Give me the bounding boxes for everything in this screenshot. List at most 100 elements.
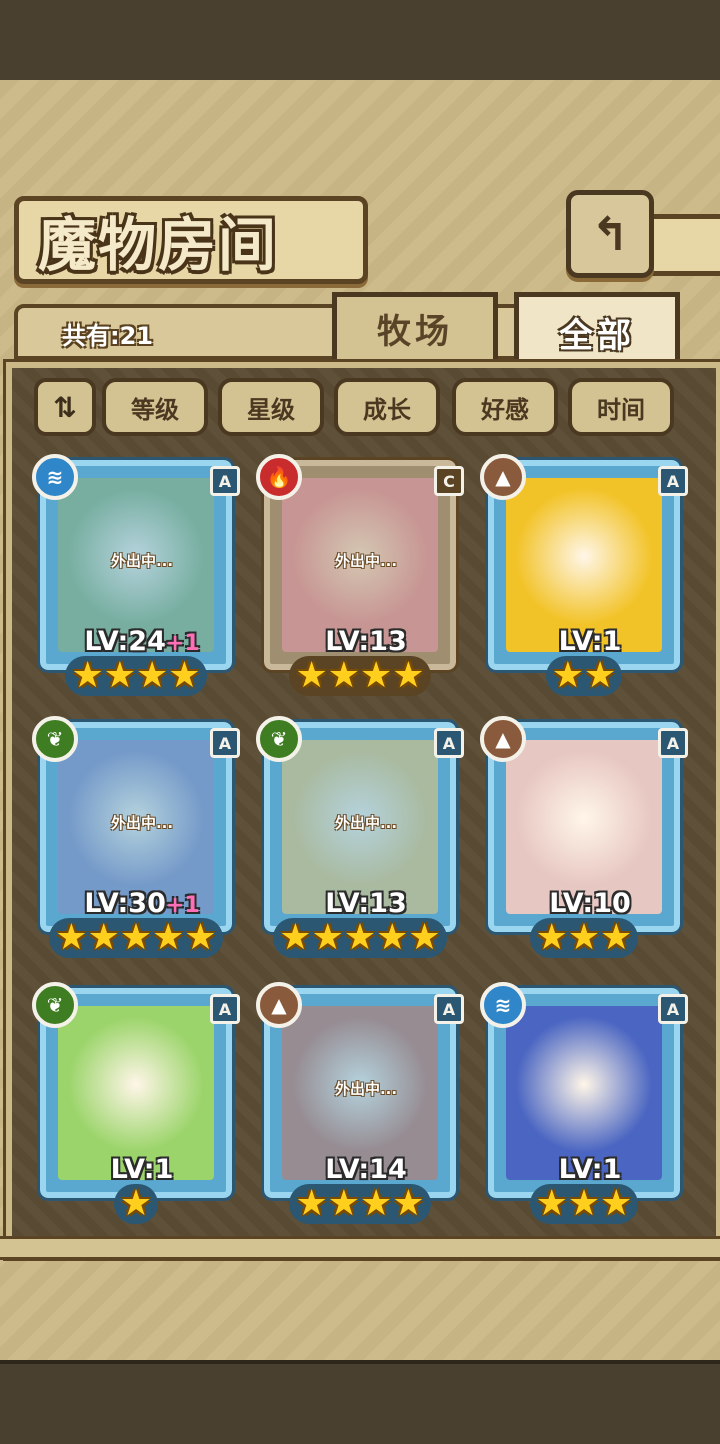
back-arrow-icon: ↰	[590, 207, 630, 261]
star-icon: ★	[343, 917, 377, 958]
star-icon: ★	[567, 917, 601, 958]
star-plate: ★★★	[529, 917, 639, 958]
tab-ranch-label: 牧场	[377, 311, 453, 352]
rank-badge: A	[658, 994, 688, 1024]
star-rating: ★	[40, 1184, 232, 1224]
level-value: LV:24	[84, 626, 166, 657]
filter-label: 时间	[597, 395, 645, 424]
star-icon: ★	[360, 1183, 393, 1224]
star-icon: ★	[535, 1183, 568, 1224]
rank-badge: A	[210, 994, 240, 1024]
star-icon: ★	[600, 917, 633, 958]
star-icon: ★	[71, 655, 104, 696]
star-icon: ★	[119, 1183, 153, 1224]
star-icon: ★	[567, 1183, 601, 1224]
monster-card[interactable]: 外出中... LV:13 ❦ A ★★★★★	[256, 716, 468, 958]
away-status: 外出中...	[334, 814, 398, 832]
top-border	[0, 0, 720, 86]
star-icon: ★	[55, 917, 88, 958]
star-plate: ★★★★★	[273, 917, 447, 958]
element-water-icon: ≋	[480, 982, 526, 1028]
sort-order-icon: ⇅	[53, 390, 77, 424]
sort-order-toggle[interactable]: ⇅	[34, 378, 96, 436]
rank-badge: A	[658, 466, 688, 496]
level-label: LV:13	[270, 888, 462, 919]
filter-growth-button[interactable]: 成长	[334, 378, 440, 436]
star-plate: ★	[113, 1183, 159, 1224]
monster-card[interactable]: LV:1 ▲ A ★★	[480, 454, 692, 696]
monster-card[interactable]: LV:10 ▲ A ★★★	[480, 716, 692, 958]
star-rating: ★★★★	[264, 1184, 456, 1224]
filter-star-button[interactable]: 星级	[218, 378, 324, 436]
away-status: 外出中...	[110, 552, 174, 570]
level-value: LV:10	[549, 888, 631, 919]
rank-badge: A	[658, 728, 688, 758]
filter-label: 成长	[363, 395, 411, 424]
star-icon: ★	[279, 917, 312, 958]
filter-level-button[interactable]: 等级	[102, 378, 208, 436]
bottom-border	[0, 1360, 720, 1444]
back-button[interactable]: ↰	[566, 190, 654, 278]
star-icon: ★	[392, 655, 425, 696]
star-icon: ★	[87, 917, 120, 958]
tab-all[interactable]: 全部	[514, 292, 680, 372]
level-value: LV:13	[325, 888, 407, 919]
monster-card[interactable]: LV:1 ≋ A ★★★	[480, 982, 692, 1224]
rank-badge: A	[210, 466, 240, 496]
element-water-icon: ≋	[32, 454, 78, 500]
star-icon: ★	[376, 917, 409, 958]
tab-all-label: 全部	[559, 315, 635, 356]
star-rating: ★★★★	[264, 656, 456, 696]
rank-badge: C	[434, 466, 464, 496]
star-icon: ★	[119, 917, 153, 958]
tab-ranch[interactable]: 牧场	[332, 292, 498, 364]
level-value: LV:14	[325, 1154, 407, 1185]
monster-card[interactable]: 外出中... LV:30+1 ❦ A ★★★★★	[32, 716, 244, 958]
star-rating: ★★★★★	[264, 918, 456, 958]
element-plant-icon: ❦	[32, 982, 78, 1028]
back-button-rail	[648, 214, 720, 276]
filter-time-button[interactable]: 时间	[568, 378, 674, 436]
star-icon: ★	[136, 655, 169, 696]
filter-affection-button[interactable]: 好感	[452, 378, 558, 436]
away-status: 外出中...	[334, 1080, 398, 1098]
rank-badge: A	[434, 728, 464, 758]
element-earth-icon: ▲	[256, 982, 302, 1028]
star-icon: ★	[584, 655, 617, 696]
monster-card[interactable]: 外出中... LV:24+1 ≋ A ★★★★	[32, 454, 244, 696]
away-status: 外出中...	[334, 552, 398, 570]
star-rating: ★★★★★	[40, 918, 232, 958]
level-value: LV:30	[84, 888, 166, 919]
level-label: LV:30+1	[46, 888, 238, 919]
element-fire-icon: 🔥	[256, 454, 302, 500]
element-earth-icon: ▲	[480, 454, 526, 500]
star-icon: ★	[360, 655, 393, 696]
panel-bottom-rail	[0, 1236, 720, 1260]
element-earth-icon: ▲	[480, 716, 526, 762]
star-plate: ★★	[545, 655, 623, 696]
star-plate: ★★★★	[65, 655, 207, 696]
star-plate: ★★★★★	[49, 917, 223, 958]
star-icon: ★	[152, 917, 185, 958]
rank-badge: A	[434, 994, 464, 1024]
star-icon: ★	[295, 1183, 328, 1224]
star-icon: ★	[392, 1183, 425, 1224]
level-value: LV:13	[325, 626, 407, 657]
element-plant-icon: ❦	[32, 716, 78, 762]
star-rating: ★★★★	[40, 656, 232, 696]
star-icon: ★	[168, 655, 201, 696]
star-icon: ★	[327, 655, 360, 696]
monster-card[interactable]: 外出中... LV:14 ▲ A ★★★★	[256, 982, 468, 1224]
star-icon: ★	[551, 655, 584, 696]
filter-label: 等级	[131, 395, 179, 424]
level-label: LV:1	[46, 1154, 238, 1185]
level-label: LV:24+1	[46, 626, 238, 657]
star-plate: ★★★★	[289, 1183, 431, 1224]
level-label: LV:1	[494, 1154, 686, 1185]
monster-card[interactable]: LV:1 ❦ A ★	[32, 982, 244, 1224]
monster-card[interactable]: 外出中... LV:13 🔥 C ★★★★	[256, 454, 468, 696]
level-bonus: +1	[165, 631, 200, 656]
star-icon: ★	[600, 1183, 633, 1224]
level-value: LV:1	[558, 626, 622, 657]
star-icon: ★	[311, 917, 344, 958]
